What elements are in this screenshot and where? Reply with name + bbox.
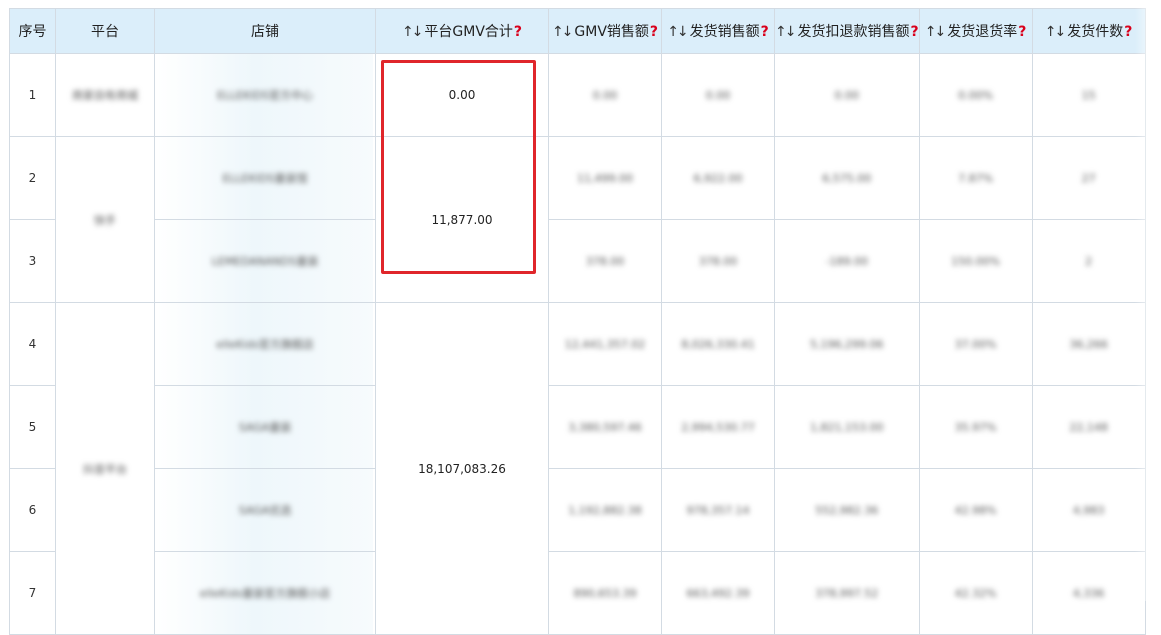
ship-sales-cell: 378.00	[661, 219, 775, 303]
highlight-box	[381, 60, 536, 274]
shop-cell: ELLEKIDS官方中心	[154, 53, 376, 137]
ship-count-cell: 15	[1031, 53, 1146, 137]
ship-count-cell: 22,148	[1031, 385, 1146, 469]
platform-cell: 抖音平台	[55, 302, 155, 635]
gmv-sales-cell: 11,499.00	[548, 136, 662, 220]
row-index: 7	[9, 551, 56, 635]
row-index: 5	[9, 385, 56, 469]
ship-refund-sales-cell: 378,997.52	[774, 551, 920, 635]
gmv-sales-cell: 0.00	[548, 53, 662, 137]
table-row: 6 SAGA优选 1,192,882.38 978,357.14 552,982…	[9, 468, 1146, 552]
shop-cell: elleKids官方旗舰店	[154, 302, 376, 386]
ship-sales-cell: 8,026,330.41	[661, 302, 775, 386]
platform-cell: 快手	[55, 136, 155, 303]
col-header-ship-sales[interactable]: ↑↓ 发货销售额?	[661, 8, 775, 54]
ship-sales-cell: 2,994,530.77	[661, 385, 775, 469]
help-icon[interactable]: ?	[910, 24, 918, 40]
ship-count-cell: 4,336	[1031, 551, 1146, 635]
table-row: 7 elleKids童装官方旗舰小店 890,653.39 663,492.39…	[9, 551, 1146, 635]
row-index: 3	[9, 219, 56, 303]
gmv-sales-cell: 1,192,882.38	[548, 468, 662, 552]
gmv-sales-cell: 12,441,357.02	[548, 302, 662, 386]
ship-sales-cell: 663,492.39	[661, 551, 775, 635]
shop-cell: elleKids童装官方旗舰小店	[154, 551, 376, 635]
ship-count-cell: 27	[1031, 136, 1146, 220]
sort-icon[interactable]: ↑↓	[925, 24, 947, 40]
ship-refund-sales-cell: 552,982.36	[774, 468, 920, 552]
ship-refund-sales-cell: 6,575.00	[774, 136, 920, 220]
ship-return-rate-cell: 35.97%	[918, 385, 1033, 469]
data-table: 序号 平台 店铺 ↑↓ 平台GMV合计? ↑↓ GMV销售额? ↑↓ 发货销售额? ↑…	[9, 8, 1146, 635]
gmv-sales-cell: 378.00	[548, 219, 662, 303]
ship-refund-sales-cell: 0.00	[774, 53, 920, 137]
row-index: 1	[9, 53, 56, 137]
col-header-shop: 店铺	[154, 8, 376, 54]
ship-sales-cell: 0.00	[661, 53, 775, 137]
ship-return-rate-cell: 0.00%	[918, 53, 1033, 137]
col-header-ship-return-rate[interactable]: ↑↓ 发货退货率?	[918, 8, 1033, 54]
sort-icon[interactable]: ↑↓	[667, 24, 689, 40]
col-header-ship-refund-sales[interactable]: ↑↓ 发货扣退款销售额?	[774, 8, 920, 54]
row-index: 6	[9, 468, 56, 552]
ship-sales-cell: 6,922.00	[661, 136, 775, 220]
ship-refund-sales-cell: 1,821,153.00	[774, 385, 920, 469]
help-icon[interactable]: ?	[1018, 24, 1026, 40]
sort-icon[interactable]: ↑↓	[775, 24, 796, 40]
shop-cell: ELLEKIDS童装馆	[154, 136, 376, 220]
row-index: 2	[9, 136, 56, 220]
table-row: 1 商家自有商城 ELLEKIDS官方中心 0.00 0.00 0.00 0.0…	[9, 53, 1146, 137]
help-icon[interactable]: ?	[1124, 24, 1132, 40]
col-header-index: 序号	[9, 8, 56, 54]
platform-gmv-cell: 18,107,083.26	[375, 302, 549, 635]
ship-return-rate-cell: 7.87%	[918, 136, 1033, 220]
ship-count-cell: 2	[1031, 219, 1146, 303]
shop-cell: SAGA童装	[154, 385, 376, 469]
sort-icon[interactable]: ↑↓	[402, 24, 424, 40]
col-header-platform: 平台	[55, 8, 155, 54]
table-row: 5 SAGA童装 3,380,597.46 2,994,530.77 1,821…	[9, 385, 1146, 469]
platform-cell: 商家自有商城	[55, 53, 155, 137]
ship-sales-cell: 978,357.14	[661, 468, 775, 552]
ship-refund-sales-cell: -189.00	[774, 219, 920, 303]
col-header-gmv-sales[interactable]: ↑↓ GMV销售额?	[548, 8, 662, 54]
shop-cell: SAGA优选	[154, 468, 376, 552]
table-row: 4 抖音平台 elleKids官方旗舰店 18,107,083.26 12,44…	[9, 302, 1146, 635]
table-row: 3 LEMEDANANDS童装 378.00 378.00 -189.00 15…	[9, 219, 1146, 303]
help-icon[interactable]: ?	[650, 24, 658, 40]
sort-icon[interactable]: ↑↓	[552, 24, 574, 40]
help-icon[interactable]: ?	[514, 24, 522, 40]
ship-refund-sales-cell: 5,196,299.06	[774, 302, 920, 386]
gmv-sales-cell: 890,653.39	[548, 551, 662, 635]
gmv-sales-cell: 3,380,597.46	[548, 385, 662, 469]
row-index: 4	[9, 302, 56, 386]
ship-count-cell: 4,983	[1031, 468, 1146, 552]
help-icon[interactable]: ?	[761, 24, 769, 40]
ship-return-rate-cell: 37.00%	[918, 302, 1033, 386]
ship-count-cell: 36,266	[1031, 302, 1146, 386]
ship-return-rate-cell: 42.32%	[918, 551, 1033, 635]
col-header-ship-count[interactable]: ↑↓ 发货件数?	[1031, 8, 1146, 54]
sort-icon[interactable]: ↑↓	[1045, 24, 1067, 40]
edge-fade	[1135, 0, 1161, 601]
shop-cell: LEMEDANANDS童装	[154, 219, 376, 303]
table-header-row: 序号 平台 店铺 ↑↓ 平台GMV合计? ↑↓ GMV销售额? ↑↓ 发货销售额? ↑…	[9, 8, 1146, 54]
table-row: 2 快手 ELLEKIDS童装馆 11,877.00 11,499.00 6,9…	[9, 136, 1146, 303]
col-header-platform-gmv[interactable]: ↑↓ 平台GMV合计?	[375, 8, 549, 54]
ship-return-rate-cell: 150.00%	[918, 219, 1033, 303]
ship-return-rate-cell: 42.98%	[918, 468, 1033, 552]
